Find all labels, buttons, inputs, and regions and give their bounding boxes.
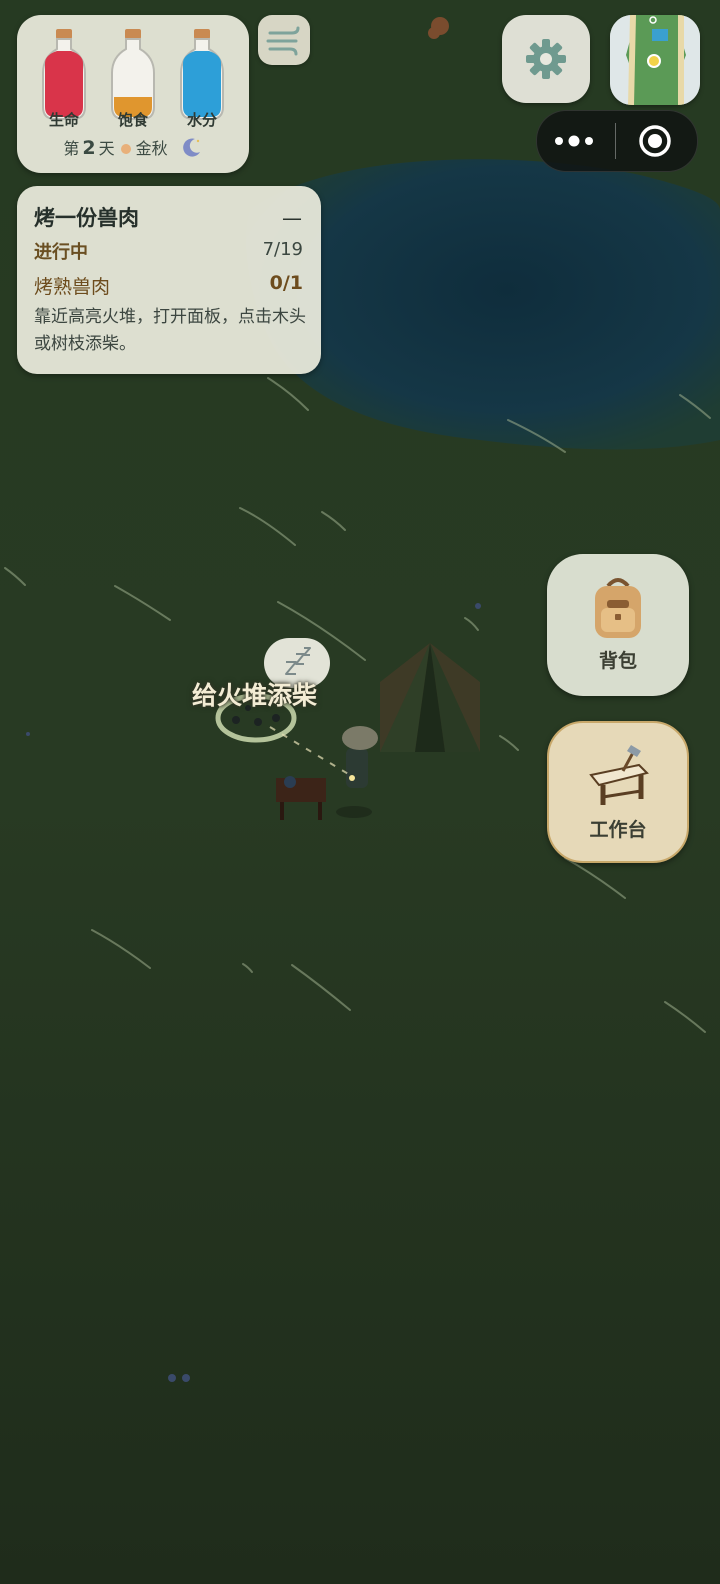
interaction-hint[interactable]: 给火堆添柴 [192, 676, 317, 712]
moon-icon [182, 138, 200, 157]
quest-description: 靠近高亮火堆，打开面板，点击木头或树枝添柴。 [34, 307, 306, 354]
quest-objective-count: 0/1 [269, 272, 303, 294]
water-label: 水分 [186, 111, 217, 129]
day-number: 2 [82, 137, 96, 159]
quest-objective: 烤熟兽肉 [34, 276, 111, 298]
gear-icon [526, 39, 566, 79]
minimap-icon [610, 15, 700, 105]
workbench-button[interactable]: 工作台 [547, 721, 689, 863]
quest-collapse-button[interactable]: — [282, 206, 302, 230]
season-label: 金秋 [135, 139, 168, 158]
quest-panel[interactable]: 烤一份兽肉 — 进行中 7/19 烤熟兽肉 0/1 靠近高亮火堆，打开面板，点击… [17, 186, 321, 374]
status-panel: 生命 饱食 水分 第 2 天 金秋 [17, 15, 249, 173]
record-circle-icon[interactable] [619, 111, 695, 171]
mini-program-capsule [536, 110, 698, 172]
backpack-label: 背包 [598, 650, 637, 672]
more-dots-icon[interactable] [537, 111, 613, 171]
hunger-label: 饱食 [117, 111, 148, 129]
backpack-icon [595, 578, 641, 638]
quest-title: 烤一份兽肉 [34, 206, 139, 230]
capsule-divider [615, 123, 616, 159]
health-label: 生命 [48, 111, 79, 129]
sun-dot-icon [120, 144, 131, 154]
workbench-icon [589, 745, 649, 805]
minimap-button[interactable] [610, 15, 700, 105]
quest-progress: 7/19 [262, 239, 303, 260]
day-suffix: 天 [98, 139, 115, 158]
wind-icon [266, 26, 300, 56]
day-info: 第 2 天 金秋 [17, 135, 249, 159]
weather-button[interactable] [258, 15, 310, 65]
settings-button[interactable] [502, 15, 590, 103]
workbench-label: 工作台 [589, 819, 647, 841]
backpack-button[interactable]: 背包 [547, 554, 689, 696]
day-prefix: 第 [63, 139, 80, 158]
quest-status: 进行中 [34, 242, 88, 263]
